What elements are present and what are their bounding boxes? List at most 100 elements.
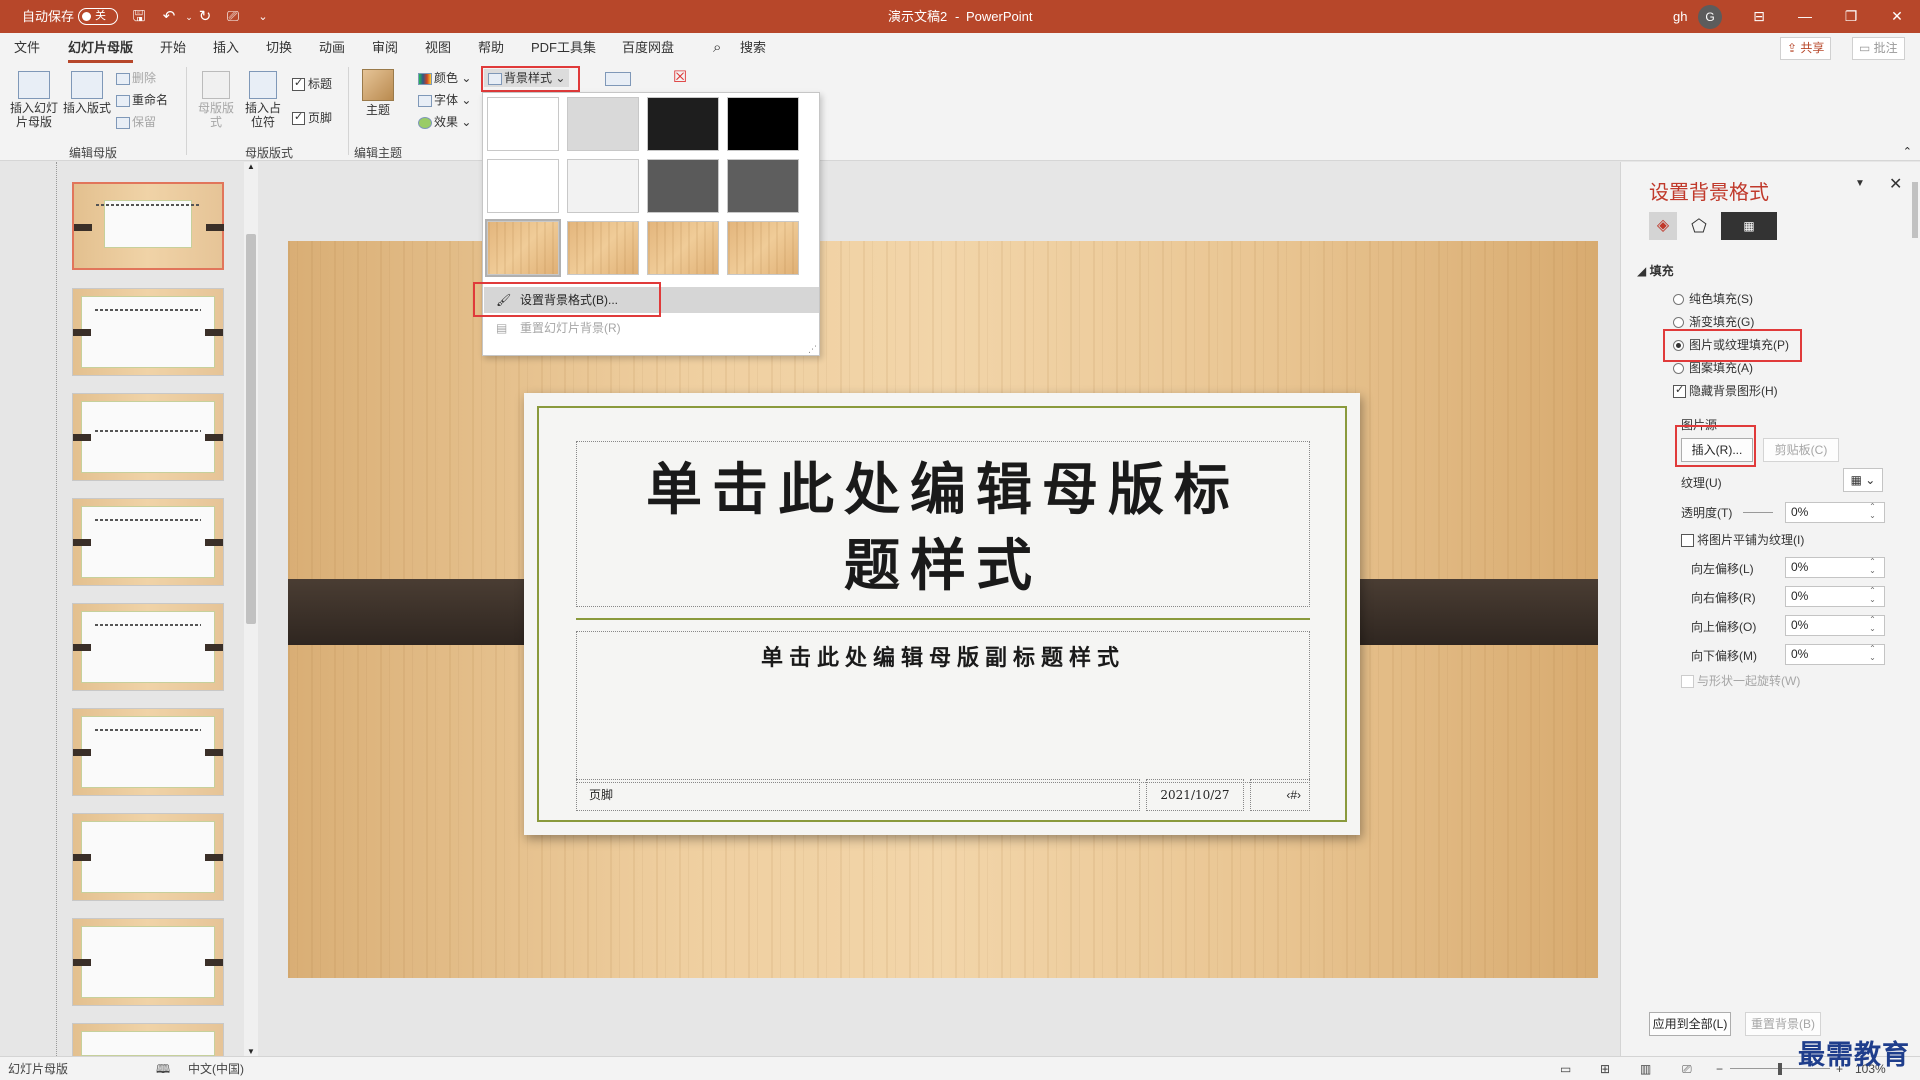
pane-scrollbar[interactable] (1911, 182, 1919, 1022)
background-style-swatch[interactable] (487, 97, 559, 151)
insert-placeholder-button[interactable]: 插入占位符 (240, 71, 286, 129)
tab-view[interactable]: 视图 (425, 33, 451, 63)
delete-button[interactable]: 删除 (116, 71, 156, 85)
collapse-ribbon-icon[interactable]: ⌃ (1903, 145, 1912, 158)
tab-help[interactable]: 帮助 (478, 33, 504, 63)
background-style-swatch[interactable] (567, 221, 639, 275)
undo-icon[interactable]: ↶ (158, 6, 180, 28)
reset-background-menu-item[interactable]: ▤ 重置幻灯片背景(R) (484, 315, 819, 341)
slide-sorter-icon[interactable]: ⊞ (1600, 1057, 1610, 1080)
apply-all-button[interactable]: 应用到全部(L) (1649, 1012, 1731, 1036)
title-placeholder[interactable]: 单击此处编辑母版标 题样式 (576, 441, 1310, 607)
subtitle-placeholder[interactable]: 单击此处编辑母版副标题样式 (576, 631, 1310, 783)
user-initials[interactable]: gh (1673, 0, 1687, 33)
thumbnail-layout[interactable] (72, 498, 224, 586)
background-style-swatch[interactable] (647, 97, 719, 151)
tab-slide-master[interactable]: 幻灯片母版 (68, 33, 134, 63)
date-placeholder[interactable]: 2021/10/27 (1146, 779, 1244, 811)
close-pane-icon[interactable]: ✕ (1889, 174, 1902, 194)
ribbon-display-icon[interactable]: ⊟ (1736, 0, 1782, 33)
title-checkbox[interactable]: 标题 (292, 76, 332, 92)
transparency-input[interactable]: 0% (1785, 502, 1885, 523)
solid-fill-radio[interactable]: 纯色填充(S) (1673, 290, 1753, 307)
footer-placeholder[interactable]: 页脚 (576, 779, 1140, 811)
clipboard-button[interactable]: 剪贴板(C) (1763, 438, 1839, 462)
scroll-up-icon[interactable]: ▲ (247, 162, 255, 171)
fill-tab-icon[interactable]: ◈ (1649, 212, 1677, 240)
search-label[interactable]: 搜索 (740, 33, 766, 63)
thumbnail-layout[interactable] (72, 393, 224, 481)
tab-review[interactable]: 审阅 (372, 33, 398, 63)
theme-button[interactable]: 主题 (356, 69, 400, 117)
thumbnail-scrollbar[interactable]: ▲ ▼ (244, 162, 258, 1056)
background-style-swatch[interactable] (647, 159, 719, 213)
colors-button[interactable]: 颜色 ⌄ (418, 71, 471, 85)
effects-button[interactable]: 效果 ⌄ (418, 115, 471, 129)
background-style-swatch[interactable] (485, 219, 561, 277)
tab-baidu-netdisk[interactable]: 百度网盘 (622, 33, 674, 63)
tab-file[interactable]: 文件 (14, 33, 40, 63)
tab-pdf-tools[interactable]: PDF工具集 (531, 33, 596, 63)
customize-qat-icon[interactable]: ⌄ (252, 6, 274, 28)
transparency-slider[interactable] (1743, 512, 1773, 513)
scroll-down-icon[interactable]: ▼ (247, 1047, 255, 1056)
fonts-button[interactable]: 字体 ⌄ (418, 93, 471, 107)
rotate-checkbox[interactable]: 与形状一起旋转(W) (1681, 672, 1800, 689)
tab-insert[interactable]: 插入 (213, 33, 239, 63)
slideshow-icon[interactable]: ⎚ (1682, 1057, 1692, 1080)
thumbnail-layout[interactable] (72, 603, 224, 691)
offset-right-input[interactable]: 0% (1785, 586, 1885, 607)
background-style-swatch[interactable] (647, 221, 719, 275)
thumbnail-master[interactable] (72, 182, 224, 270)
thumbnail-layout[interactable] (72, 1023, 224, 1056)
search-icon[interactable]: ⌕ (713, 33, 721, 63)
language-status[interactable]: 中文(中国) (188, 1057, 244, 1080)
scrollbar-thumb[interactable] (246, 234, 256, 624)
share-button[interactable]: ⇪ 共享 (1780, 37, 1832, 60)
user-avatar[interactable]: G (1698, 5, 1722, 29)
effects-tab-icon[interactable]: ⬠ (1685, 212, 1713, 240)
restore-icon[interactable]: ❐ (1828, 0, 1874, 33)
footer-checkbox[interactable]: 页脚 (292, 110, 332, 126)
insert-layout-button[interactable]: 插入版式 (62, 71, 112, 115)
texture-picker-icon[interactable]: ▦ ⌄ (1843, 468, 1883, 492)
tab-transitions[interactable]: 切换 (266, 33, 292, 63)
redo-icon[interactable]: ↻ (194, 6, 216, 28)
normal-view-icon[interactable]: ▭ (1560, 1057, 1571, 1080)
thumbnail-layout[interactable] (72, 813, 224, 901)
zoom-slider-thumb[interactable] (1778, 1063, 1782, 1075)
background-style-swatch[interactable] (727, 97, 799, 151)
resize-grip-icon[interactable]: ⋰ (808, 344, 817, 355)
background-style-swatch[interactable] (567, 159, 639, 213)
minimize-icon[interactable]: — (1782, 0, 1828, 33)
close-master-view-icon[interactable]: ☒ (665, 70, 695, 89)
autosave-toggle[interactable]: 关 (78, 8, 118, 25)
slide-size-button[interactable] (603, 71, 635, 89)
hide-bg-checkbox[interactable]: 隐藏背景图形(H) (1673, 382, 1778, 399)
insert-master-button[interactable]: 插入幻灯片母版 (8, 71, 60, 129)
picture-tab-icon[interactable]: ▦ (1721, 212, 1777, 240)
tab-home[interactable]: 开始 (160, 33, 186, 63)
thumbnail-layout[interactable] (72, 708, 224, 796)
spelling-icon[interactable]: 🕮 (156, 1057, 170, 1080)
rename-button[interactable]: 重命名 (116, 93, 168, 107)
offset-top-input[interactable]: 0% (1785, 615, 1885, 636)
background-style-swatch[interactable] (727, 159, 799, 213)
close-window-icon[interactable]: ✕ (1874, 0, 1920, 33)
tile-checkbox[interactable]: 将图片平铺为纹理(I) (1681, 531, 1804, 548)
tab-animations[interactable]: 动画 (319, 33, 345, 63)
background-style-swatch[interactable] (727, 221, 799, 275)
comments-button[interactable]: ▭ 批注 (1852, 37, 1905, 60)
zoom-out-icon[interactable]: − (1716, 1057, 1723, 1080)
fill-section-header[interactable]: ◢ 填充 (1637, 262, 1674, 279)
present-icon[interactable]: ⎚ (222, 6, 244, 28)
offset-bottom-input[interactable]: 0% (1785, 644, 1885, 665)
scrollbar-thumb[interactable] (1912, 182, 1918, 238)
reading-view-icon[interactable]: ▥ (1640, 1057, 1651, 1080)
offset-left-input[interactable]: 0% (1785, 557, 1885, 578)
pane-options-icon[interactable]: ▼ (1855, 178, 1865, 189)
thumbnail-layout[interactable] (72, 918, 224, 1006)
thumbnail-layout[interactable] (72, 288, 224, 376)
background-style-swatch[interactable] (487, 159, 559, 213)
master-layout-button[interactable]: 母版版式 (196, 71, 236, 129)
